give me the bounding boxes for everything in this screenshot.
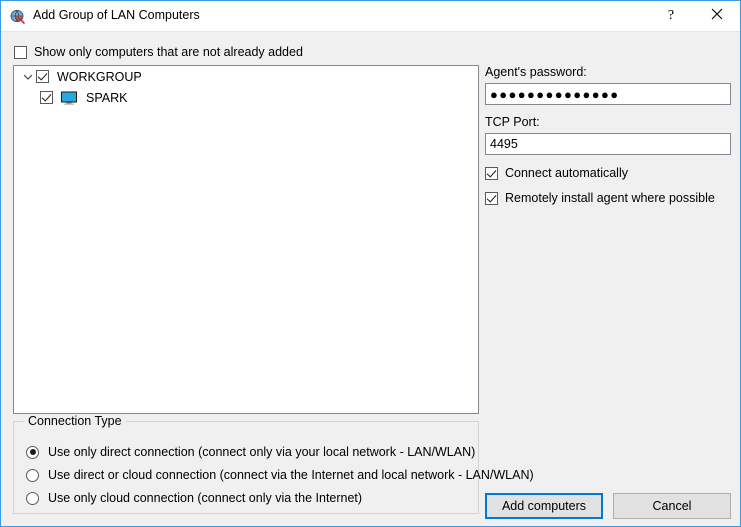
- radio-direct-or-cloud[interactable]: Use direct or cloud connection (connect …: [26, 468, 534, 482]
- radio-label-direct-or-cloud: Use direct or cloud connection (connect …: [48, 468, 534, 482]
- network-computers-icon: [10, 9, 26, 25]
- connect-automatically-label: Connect automatically: [505, 166, 628, 180]
- remote-install-agent-checkbox[interactable]: Remotely install agent where possible: [485, 189, 731, 207]
- connection-type-group: Connection Type Use only direct connecti…: [13, 421, 479, 514]
- agent-settings-panel: Agent's password: TCP Port: Connect auto…: [485, 65, 731, 207]
- close-icon: [711, 8, 723, 23]
- add-lan-computers-dialog: Add Group of LAN Computers ? Show only c…: [0, 0, 741, 527]
- checkbox-box: [14, 46, 27, 59]
- radio-button: [26, 492, 39, 505]
- radio-label-use-only-direct: Use only direct connection (connect only…: [48, 445, 475, 459]
- radio-label-use-only-cloud: Use only cloud connection (connect only …: [48, 491, 362, 505]
- radio-use-only-direct[interactable]: Use only direct connection (connect only…: [26, 445, 475, 459]
- checkbox-box: [485, 167, 498, 180]
- cancel-button[interactable]: Cancel: [613, 493, 731, 519]
- radio-button: [26, 469, 39, 482]
- tree-item-workgroup[interactable]: WORKGROUP: [14, 66, 478, 87]
- tree-label-spark: SPARK: [86, 91, 127, 105]
- help-icon: ?: [668, 8, 674, 24]
- close-button[interactable]: [694, 1, 740, 30]
- title-bar: Add Group of LAN Computers ?: [1, 1, 740, 32]
- connect-automatically-checkbox[interactable]: Connect automatically: [485, 164, 731, 182]
- show-only-not-added-label: Show only computers that are not already…: [34, 45, 303, 59]
- agent-password-input[interactable]: [485, 83, 731, 105]
- tree-checkbox-workgroup[interactable]: [36, 70, 49, 83]
- help-button[interactable]: ?: [648, 1, 694, 30]
- monitor-icon: [60, 91, 78, 105]
- connection-type-legend: Connection Type: [24, 414, 126, 428]
- tree-item-spark[interactable]: SPARK: [14, 87, 478, 108]
- remote-install-agent-label: Remotely install agent where possible: [505, 191, 715, 205]
- tcp-port-label: TCP Port:: [485, 115, 731, 129]
- checkbox-box: [485, 192, 498, 205]
- chevron-down-icon[interactable]: [20, 69, 36, 85]
- tree-label-workgroup: WORKGROUP: [57, 70, 142, 84]
- add-computers-button[interactable]: Add computers: [485, 493, 603, 519]
- show-only-not-added-checkbox[interactable]: Show only computers that are not already…: [14, 45, 303, 59]
- computers-tree[interactable]: WORKGROUP SPARK: [13, 65, 479, 414]
- window-title: Add Group of LAN Computers: [33, 8, 200, 22]
- radio-use-only-cloud[interactable]: Use only cloud connection (connect only …: [26, 491, 362, 505]
- tcp-port-input[interactable]: [485, 133, 731, 155]
- agent-password-label: Agent's password:: [485, 65, 731, 79]
- tree-checkbox-spark[interactable]: [40, 91, 53, 104]
- radio-button: [26, 446, 39, 459]
